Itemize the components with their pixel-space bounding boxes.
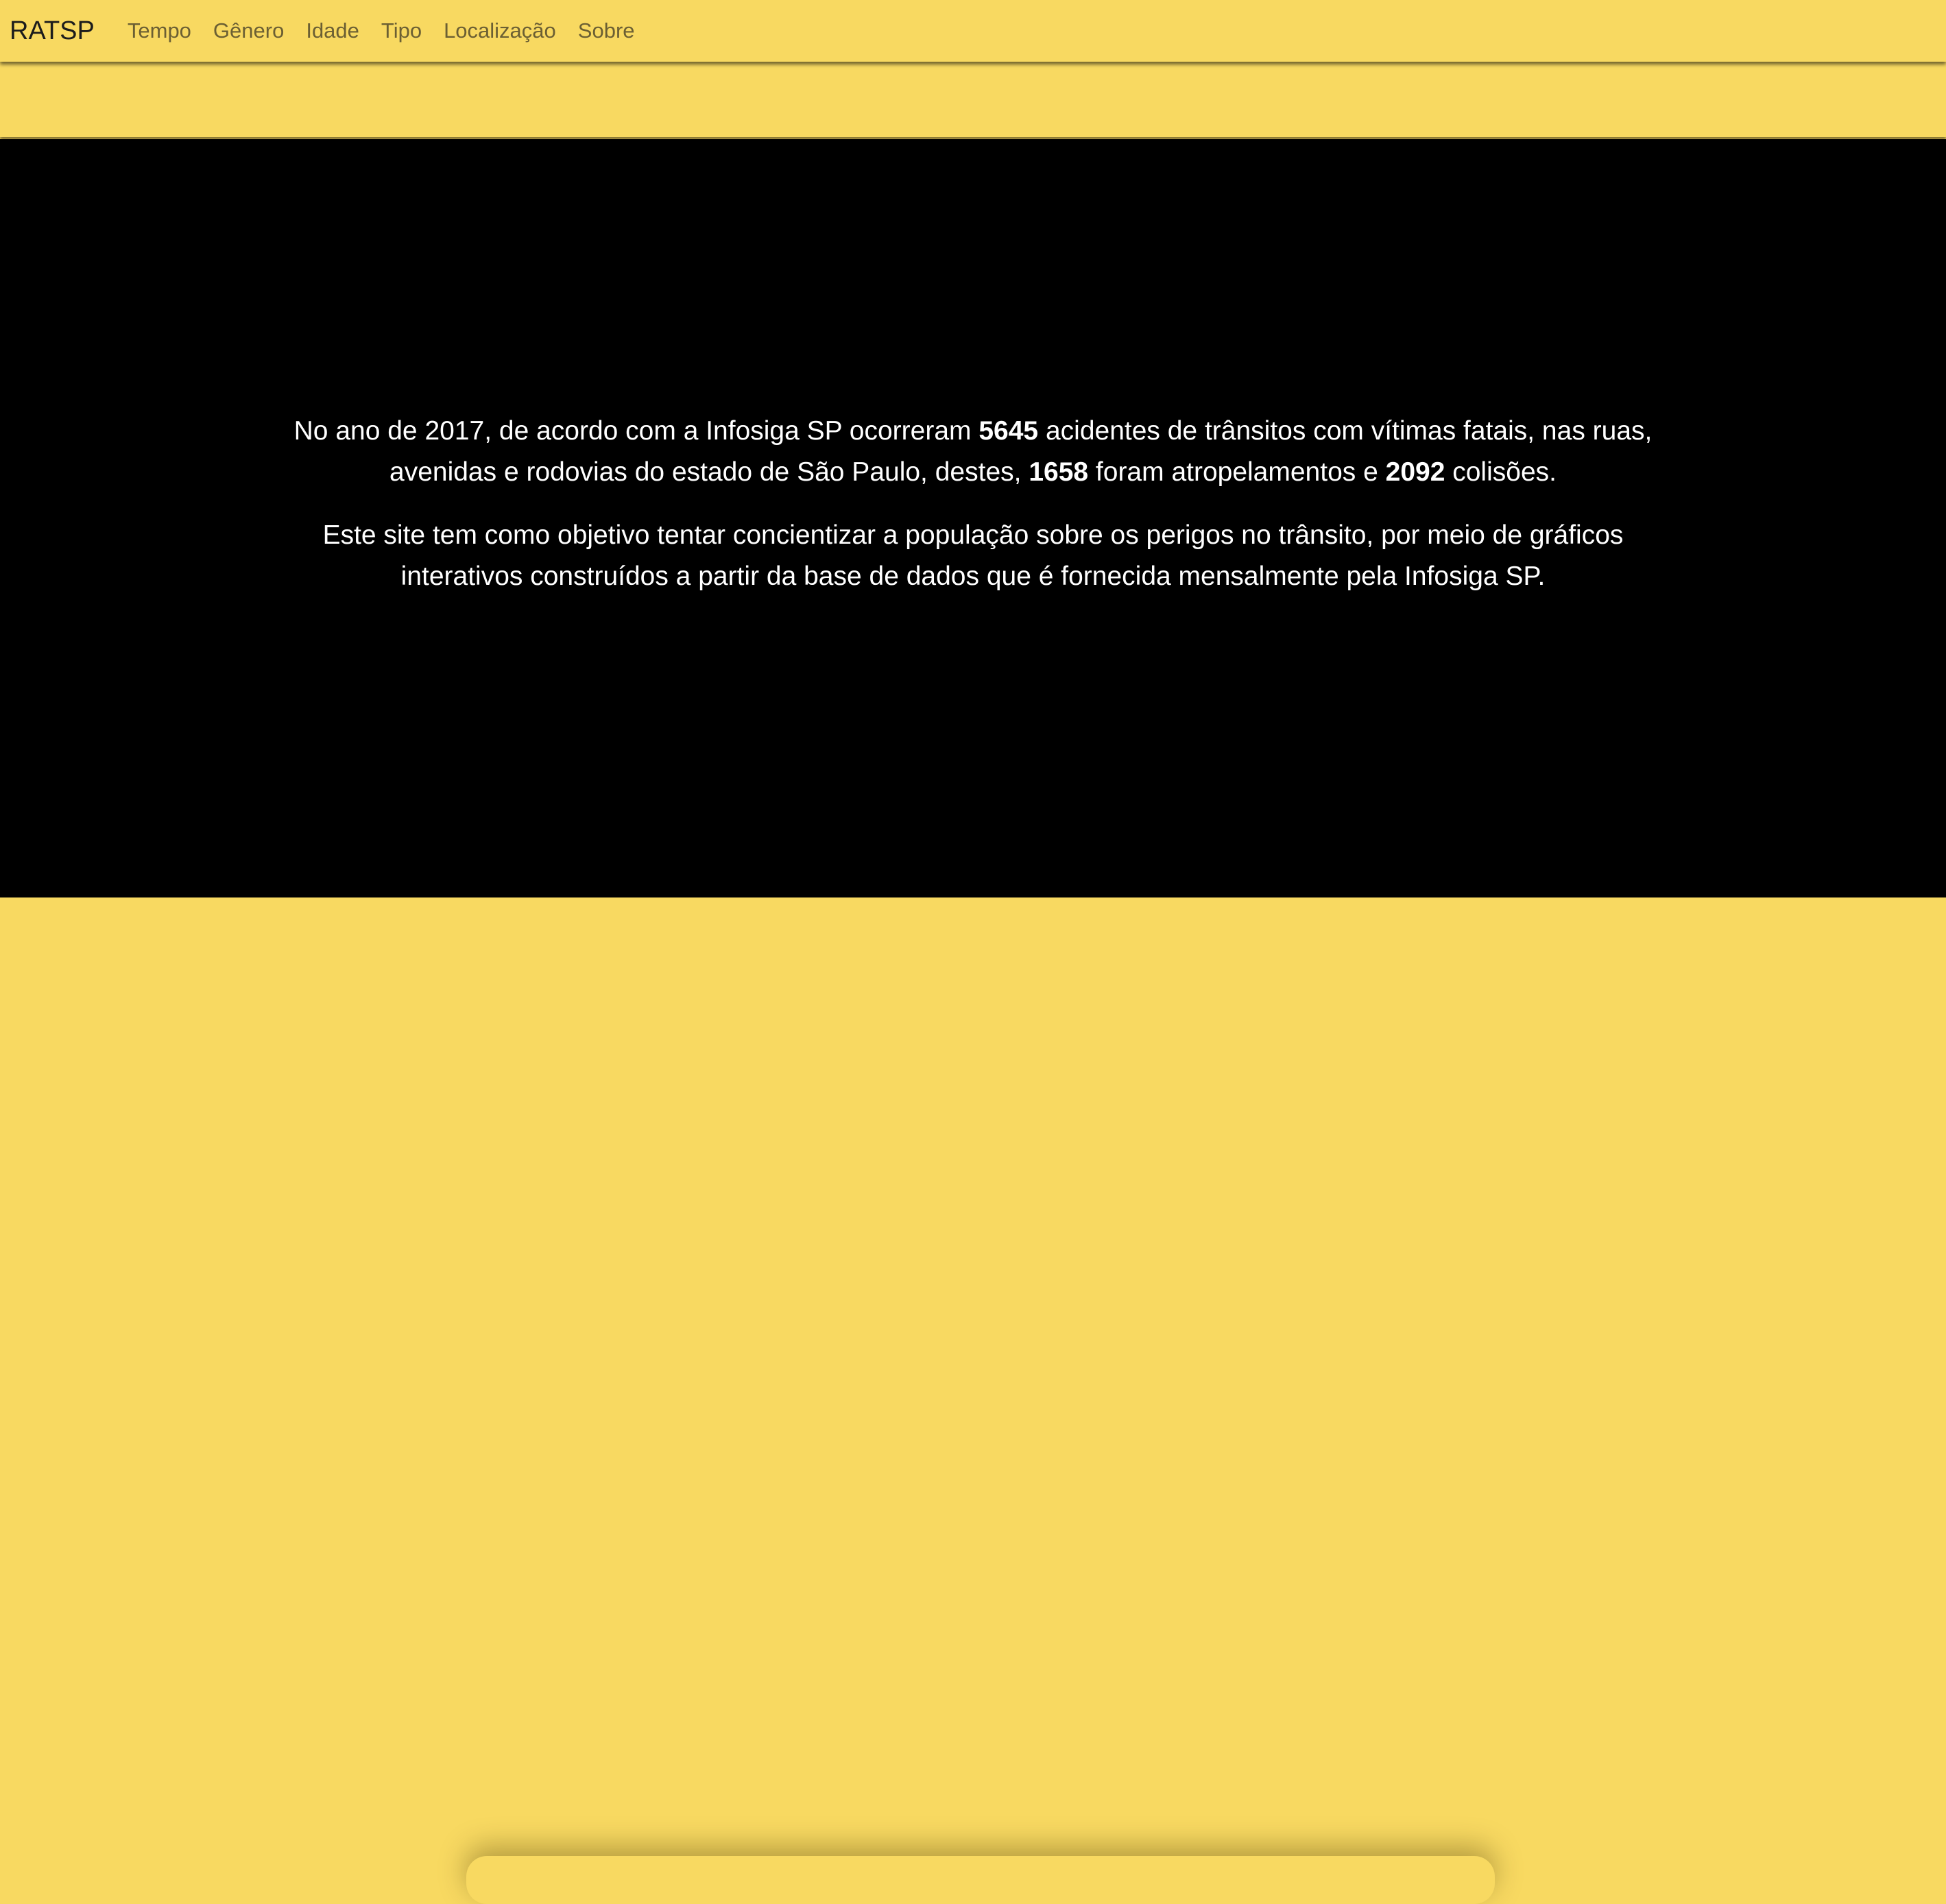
total-accidents-count: 5645 (978, 416, 1039, 446)
nav-item-tempo[interactable]: Tempo (128, 19, 191, 43)
intro-paragraph: No ano de 2017, de acordo com a Infosiga… (274, 411, 1672, 493)
nav-item-localizacao[interactable]: Localização (444, 19, 556, 43)
hero-text-block: No ano de 2017, de acordo com a Infosiga… (274, 411, 1672, 619)
intro-text-part1: No ano de 2017, de acordo com a Infosiga… (293, 416, 979, 446)
nav-item-genero[interactable]: Gênero (213, 19, 284, 43)
lower-section (0, 897, 1946, 982)
collisions-count: 2092 (1385, 457, 1445, 487)
top-navbar: RATSP Tempo Gênero Idade Tipo Localizaçã… (0, 0, 1946, 62)
nav-item-tipo[interactable]: Tipo (381, 19, 422, 43)
header-band (0, 63, 1946, 137)
hero-section: No ano de 2017, de acordo com a Infosiga… (0, 139, 1946, 897)
content-card-top (466, 1856, 1495, 1904)
purpose-paragraph: Este site tem como objetivo tentar conci… (322, 520, 1624, 591)
intro-text-part3: foram atropelamentos e (1088, 457, 1386, 487)
brand-logo-link[interactable]: RATSP (10, 16, 95, 46)
intro-text-part4: colisões. (1445, 457, 1557, 487)
nav-item-idade[interactable]: Idade (306, 19, 359, 43)
pedestrian-accidents-count: 1658 (1029, 457, 1089, 487)
nav-item-sobre[interactable]: Sobre (578, 19, 635, 43)
